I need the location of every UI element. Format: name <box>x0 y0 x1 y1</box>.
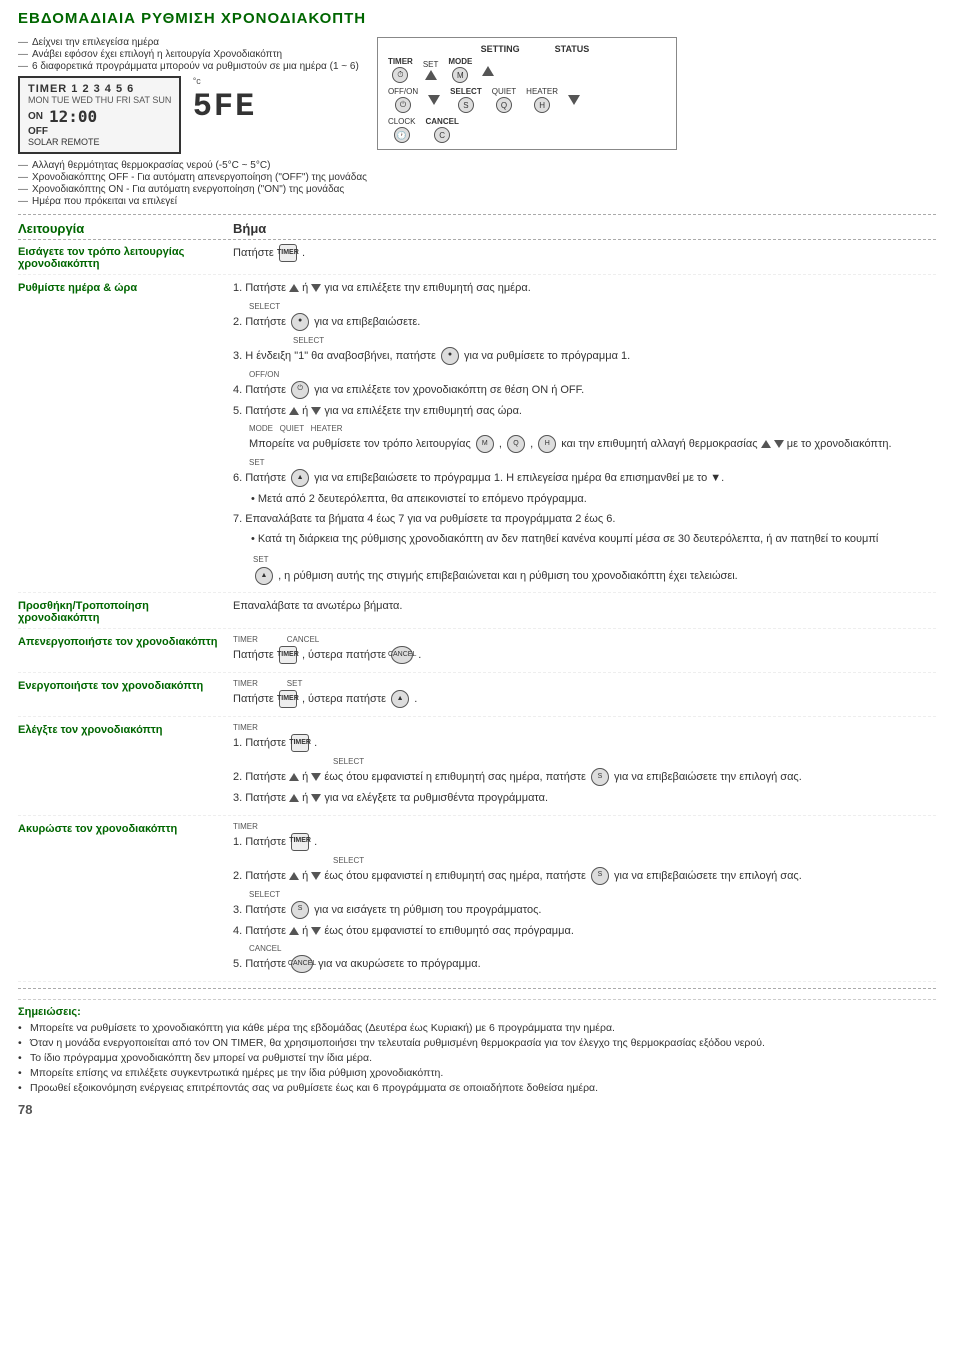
note-item-3: Το ίδιο πρόγραμμα χρονοδιακόπτη δεν μπορ… <box>18 1052 936 1064</box>
bhma-akyrosi: TIMER 1. Πατήστε TIMER . SELECT 2. Πατήσ… <box>233 821 936 978</box>
set-icon-1: ▲ <box>291 469 309 487</box>
divider-1 <box>18 214 936 215</box>
leit-akyrosi: Ακυρώστε τον χρονοδιακόπτη <box>18 821 233 978</box>
set-icon-3: ▲ <box>391 690 409 708</box>
th-bhma: Βήμα <box>233 221 266 236</box>
set-icon-2: ▲ <box>255 567 273 585</box>
tri-up-4 <box>289 773 299 781</box>
bhma-energopoiisi: TIMER SET Πατήστε TIMER , ύστερα πατήστε… <box>233 678 936 712</box>
select-icon-5: S <box>291 901 309 919</box>
panel-row-1: TIMER ⏱ SET MODE M <box>388 57 666 83</box>
note-item-4: Μπορείτε επίσης να επιλέξετε συγκεντρωτι… <box>18 1067 936 1079</box>
quiet-icon: Q <box>507 435 525 453</box>
tri-up-7 <box>289 927 299 935</box>
note-item-2: Όταν η μονάδα ενεργοποιείται από τον ON … <box>18 1037 936 1049</box>
timer-icon-4: TIMER <box>291 734 309 752</box>
cancel-icon-1: CANCEL <box>391 646 413 664</box>
section-eisagoge: Εισάγετε τον τρόπο λειτουργίας χρονοδιακ… <box>18 244 936 275</box>
bhma-prosthiki: Επαναλάβατε τα ανωτέρω βήματα. <box>233 598 936 624</box>
timer-icon-2: TIMER <box>279 646 297 664</box>
tri-up-6 <box>289 872 299 880</box>
panel-row-3: CLOCK 🕐 CANCEL C <box>388 117 666 143</box>
leit-apenergopoiisi: Απενεργοποιήστε τον χρονοδιακόπτη <box>18 634 233 668</box>
select-icon-2: ● <box>441 347 459 365</box>
heater-icon: H <box>538 435 556 453</box>
leit-elegxos: Ελέγξτε τον χρονοδιακόπτη <box>18 722 233 811</box>
page-number: 78 <box>18 1102 936 1117</box>
panel-row-2: OFF/ON ⏻ SELECT S QUIET Q HEATER H <box>388 87 666 113</box>
timer-icon-3: TIMER <box>279 690 297 708</box>
bhma-eisagoge: Πατήστε TIMER . <box>233 244 936 270</box>
leit-energopoiisi: Ενεργοποιήστε τον χρονοδιακόπτη <box>18 678 233 712</box>
note-item-5: Προωθεί εξοικονόμηση ενέργειας επιτρέπον… <box>18 1082 936 1094</box>
section-energopoiisi: Ενεργοποιήστε τον χρονοδιακόπτη TIMER SE… <box>18 678 936 717</box>
tri-up-2 <box>289 407 299 415</box>
tri-up-1 <box>289 284 299 292</box>
th-leitourgia: Λειτουργία <box>18 221 233 236</box>
section-prosthiki: Προσθήκη/Τροποποίηση χρονοδιακόπτη Επανα… <box>18 598 936 629</box>
control-panel-diagram: SETTING STATUS TIMER ⏱ SET MODE M <box>377 37 936 208</box>
tri-down-6 <box>311 872 321 880</box>
diagram-left: — Δείχνει την επιλεγείσα ημέρα — Ανάβει … <box>18 37 367 208</box>
section-elegxos: Ελέγξτε τον χρονοδιακόπτη TIMER 1. Πατήσ… <box>18 722 936 816</box>
notes-title: Σημειώσεις: <box>18 1006 936 1018</box>
bhma-rythmisi: 1. Πατήστε ή για να επιλέξετε την επιθυμ… <box>233 280 936 588</box>
notes-divider <box>18 988 936 989</box>
page-title: ΕΒΔΟΜΑΔΙΑΙΑ ΡΥΘΜΙΣΗ ΧΡΟΝΟΔΙΑΚΟΠΤΗ <box>18 10 936 27</box>
arrow-labels-bottom: — Αλλαγή θερμότητας θερμοκρασίας νερού (… <box>18 160 367 207</box>
panel-top-labels: SETTING STATUS <box>388 44 666 54</box>
panel-box: SETTING STATUS TIMER ⏱ SET MODE M <box>377 37 677 150</box>
leit-prosthiki: Προσθήκη/Τροποποίηση χρονοδιακόπτη <box>18 598 233 624</box>
cancel-icon-2: CANCEL <box>291 955 313 973</box>
leit-eisagoge: Εισάγετε τον τρόπο λειτουργίας χρονοδιακ… <box>18 244 233 270</box>
section-akyrosi: Ακυρώστε τον χρονοδιακόπτη TIMER 1. Πατή… <box>18 821 936 983</box>
lcd-5fe: °c 5FE <box>193 76 257 125</box>
mode-icon: M <box>476 435 494 453</box>
top-section: — Δείχνει την επιλεγείσα ημέρα — Ανάβει … <box>18 37 936 208</box>
timer-icon-1: TIMER <box>279 244 297 262</box>
timer-icon-5: TIMER <box>291 833 309 851</box>
offon-icon-1: ⏻ <box>291 381 309 399</box>
select-icon-4: S <box>591 867 609 885</box>
tri-down-2 <box>311 407 321 415</box>
arrow-labels-top: — Δείχνει την επιλεγείσα ημέρα — Ανάβει … <box>18 37 367 72</box>
section-apenergopoiisi: Απενεργοποιήστε τον χρονοδιακόπτη TIMER … <box>18 634 936 673</box>
tri-down-7 <box>311 927 321 935</box>
select-icon-3: S <box>591 768 609 786</box>
tri-down-1 <box>311 284 321 292</box>
notes-list: Μπορείτε να ρυθμίσετε το χρονοδιακόπτη γ… <box>18 1022 936 1094</box>
note-item-1: Μπορείτε να ρυθμίσετε το χρονοδιακόπτη γ… <box>18 1022 936 1034</box>
select-icon-1: ● <box>291 313 309 331</box>
tri-down-3 <box>774 440 784 448</box>
tri-up-3 <box>761 440 771 448</box>
bhma-apenergopoiisi: TIMER CANCEL Πατήστε TIMER , ύστερα πατή… <box>233 634 936 668</box>
section-rythmisi: Ρυθμίστε ημέρα & ώρα 1. Πατήστε ή για να… <box>18 280 936 593</box>
tri-up-5 <box>289 794 299 802</box>
bhma-elegxos: TIMER 1. Πατήστε TIMER . SELECT 2. Πατήσ… <box>233 722 936 811</box>
tri-down-5 <box>311 794 321 802</box>
leit-rythmisi: Ρυθμίστε ημέρα & ώρα <box>18 280 233 588</box>
timer-display-box: TIMER 1 2 3 4 5 6 MON TUE WED THU FRI SA… <box>18 76 181 154</box>
notes-section: Σημειώσεις: Μπορείτε να ρυθμίσετε το χρο… <box>18 999 936 1094</box>
tri-down-4 <box>311 773 321 781</box>
table-header: Λειτουργία Βήμα <box>18 221 936 240</box>
